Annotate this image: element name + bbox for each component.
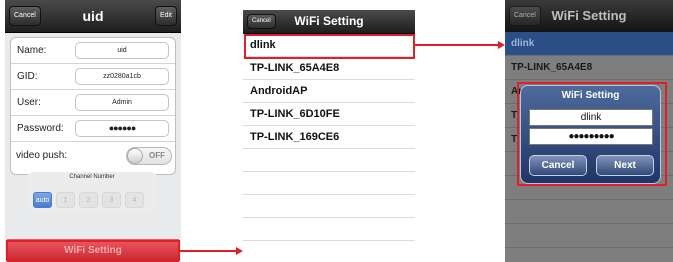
name-row: Name: uid [11,38,175,64]
password-row: Password: ●●●●●● [11,116,175,142]
camera-settings-screen: Cancel uid Edit Name: uid GID: zz0280a1c… [5,0,181,262]
channel-option-1[interactable]: 1 [56,192,75,208]
gid-label: GID: [17,71,38,82]
video-push-toggle[interactable]: OFF [126,147,172,165]
toggle-knob [127,148,143,164]
highlight-box [517,82,667,186]
network-name: TP-LINK_6D10FE [250,108,340,120]
channel-option-4[interactable]: 4 [125,192,144,208]
empty-row [243,172,415,195]
user-row: User: Admin [11,90,175,116]
wifi-network-dlink[interactable]: dlink [505,32,673,56]
video-push-label: video push: [16,150,68,161]
highlight-box [244,34,415,59]
channel-option-2[interactable]: 2 [79,192,98,208]
nav-bar: Cancel uid Edit [5,0,181,33]
gid-field[interactable]: zz0280a1cb [75,68,169,85]
edit-button[interactable]: Edit [154,6,177,26]
channel-option-auto[interactable]: auto [33,192,52,208]
arrow-line [180,250,236,252]
user-label: User: [17,97,41,108]
highlight-box [6,240,180,261]
network-name: AndroidAP [250,85,308,97]
page-title: WiFi Setting [294,14,364,28]
empty-row [505,224,673,248]
toggle-state: OFF [149,151,165,160]
wifi-network-tp-link-65a4e8[interactable]: TP-LINK_65A4E8 [505,56,673,80]
wifi-network-tp-link-6d10fe[interactable]: TP-LINK_6D10FE [243,103,415,126]
arrow-head-icon [236,247,243,255]
wifi-network-tp-link-65a4e8[interactable]: TP-LINK_65A4E8 [243,57,415,80]
wifi-network-tp-link-169ce6[interactable]: TP-LINK_169CE6 [243,126,415,149]
gid-row: GID: zz0280a1cb [11,64,175,90]
empty-row [243,149,415,172]
password-label: Password: [17,123,64,134]
name-field[interactable]: uid [75,42,169,59]
wifi-network-androidap[interactable]: AndroidAP [243,80,415,103]
name-label: Name: [17,45,47,56]
channel-selector: Channel Number auto 1 2 3 4 [27,172,157,212]
user-field[interactable]: Admin [75,94,169,111]
empty-row [243,218,415,241]
network-name: TP-LINK_65A4E8 [250,62,340,74]
channel-option-3[interactable]: 3 [102,192,121,208]
network-name: dlink [511,38,535,49]
password-field[interactable]: ●●●●●● [75,120,169,137]
network-name: TP-LINK_169CE6 [250,131,340,143]
video-push-row: video push: OFF [10,143,174,169]
arrow-line [415,44,499,46]
arrow-head-icon [498,41,505,49]
nav-bar: Cancel WiFi Setting [243,10,415,34]
nav-bar: Cancel WiFi Setting [505,0,673,33]
empty-row [243,195,415,218]
empty-row [505,200,673,224]
page-title: WiFi Setting [551,8,627,23]
channel-title: Channel Number [69,174,115,180]
network-name: TP-LINK_65A4E8 [511,62,593,73]
